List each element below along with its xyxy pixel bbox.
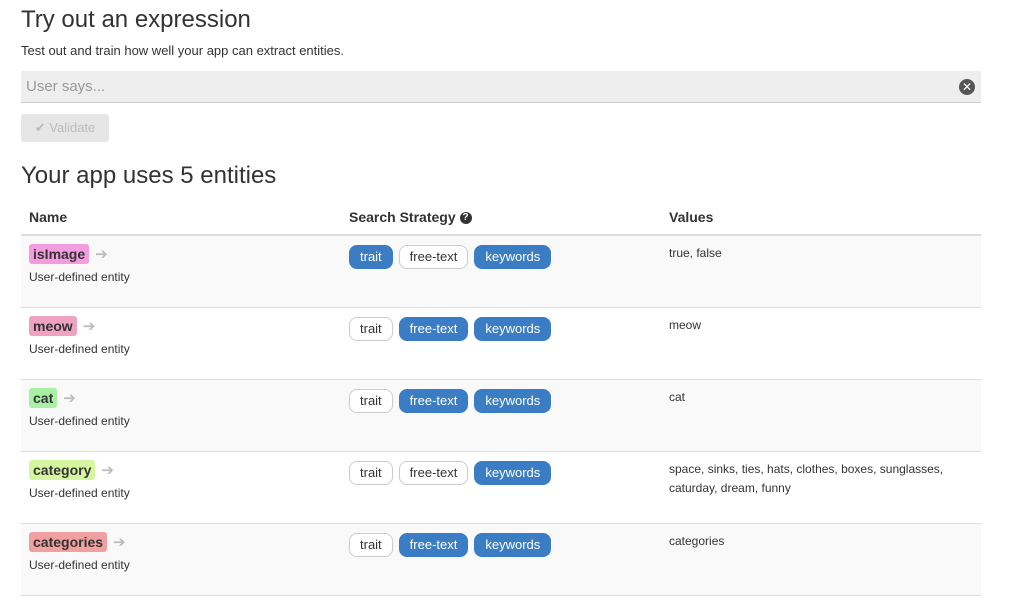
entity-name-cell: categories ➔ User-defined entity bbox=[21, 523, 341, 596]
values-cell: space, sinks, ties, hats, clothes, boxes… bbox=[661, 451, 981, 524]
header-name: Name bbox=[21, 200, 341, 236]
header-strategy: Search Strategy ? bbox=[341, 200, 661, 236]
strategy-cell: trait free-text keywords bbox=[341, 451, 661, 524]
entity-values: true, false bbox=[669, 246, 722, 260]
entity-tag[interactable]: category bbox=[29, 460, 96, 480]
strategy-cell: trait free-text keywords bbox=[341, 307, 661, 380]
table-row: meow ➔ User-defined entity trait free-text ke… bbox=[21, 307, 981, 380]
strategy-toggle-keywords[interactable]: keywords bbox=[474, 461, 552, 485]
entity-description: User-defined entity bbox=[29, 270, 130, 284]
entity-name-cell: cat ➔ User-defined entity bbox=[21, 379, 341, 452]
entity-tag[interactable]: meow bbox=[29, 316, 77, 336]
entity-description: User-defined entity bbox=[29, 414, 130, 428]
entity-values: meow bbox=[669, 318, 702, 332]
entity-tag[interactable]: categories bbox=[29, 532, 108, 552]
strategy-toggle-trait[interactable]: trait bbox=[349, 245, 393, 269]
arrow-right-icon[interactable]: ➔ bbox=[95, 246, 108, 263]
strategy-toggle-trait[interactable]: trait bbox=[349, 461, 393, 485]
entity-values: categories bbox=[669, 534, 725, 548]
strategy-toggle-keywords[interactable]: keywords bbox=[474, 317, 552, 341]
entities-title: Your app uses 5 entities bbox=[21, 162, 277, 189]
expression-input[interactable] bbox=[21, 71, 931, 101]
strategy-cell: trait free-text keywords bbox=[341, 379, 661, 452]
strategy-toggle-keywords[interactable]: keywords bbox=[474, 389, 552, 413]
clear-icon[interactable]: ✕ bbox=[959, 79, 975, 95]
entity-name-cell: category ➔ User-defined entity bbox=[21, 451, 341, 524]
strategy-toggle-free-text[interactable]: free-text bbox=[398, 389, 469, 413]
strategy-toggle-free-text[interactable]: free-text bbox=[398, 245, 469, 269]
table-row: isImage ➔ User-defined entity trait free-tex… bbox=[21, 235, 981, 308]
values-cell: true, false bbox=[661, 235, 981, 308]
page-title: Try out an expression bbox=[21, 6, 251, 33]
entity-values: cat bbox=[669, 390, 686, 404]
arrow-right-icon[interactable]: ➔ bbox=[83, 318, 96, 335]
strategy-cell: trait free-text keywords bbox=[341, 235, 661, 308]
entity-values: space, sinks, ties, hats, clothes, boxes… bbox=[669, 462, 944, 495]
values-cell: categories bbox=[661, 523, 981, 596]
check-icon: ✔ bbox=[34, 120, 46, 135]
table-row: category ➔ User-defined entity trait free-te… bbox=[21, 451, 981, 524]
strategy-toggle-keywords[interactable]: keywords bbox=[474, 245, 552, 269]
header-strategy-label: Search Strategy bbox=[349, 209, 456, 225]
entity-name-cell: meow ➔ User-defined entity bbox=[21, 307, 341, 380]
strategy-toggle-keywords[interactable]: keywords bbox=[474, 533, 552, 557]
help-icon[interactable]: ? bbox=[459, 212, 472, 225]
values-cell: meow bbox=[661, 307, 981, 380]
table-row: categories ➔ User-defined entity trait free-… bbox=[21, 523, 981, 596]
entity-name-cell: isImage ➔ User-defined entity bbox=[21, 235, 341, 308]
arrow-right-icon[interactable]: ➔ bbox=[63, 390, 76, 407]
strategy-toggle-free-text[interactable]: free-text bbox=[398, 317, 469, 341]
entity-description: User-defined entity bbox=[29, 486, 130, 500]
entities-table: Name Search Strategy ? Values isImage ➔ Us… bbox=[21, 200, 981, 596]
strategy-toggle-free-text[interactable]: free-text bbox=[398, 533, 469, 557]
header-values: Values bbox=[661, 200, 981, 236]
page-subtitle: Test out and train how well your app can… bbox=[21, 43, 345, 58]
entity-description: User-defined entity bbox=[29, 558, 130, 572]
strategy-toggle-free-text[interactable]: free-text bbox=[398, 461, 469, 485]
strategy-toggle-trait[interactable]: trait bbox=[349, 389, 393, 413]
entity-tag[interactable]: isImage bbox=[29, 244, 90, 264]
strategy-toggle-trait[interactable]: trait bbox=[349, 317, 393, 341]
values-cell: cat bbox=[661, 379, 981, 452]
table-row: cat ➔ User-defined entity trait free-text key… bbox=[21, 379, 981, 452]
validate-button[interactable]: ✔ Validate bbox=[21, 114, 109, 142]
strategy-toggle-trait[interactable]: trait bbox=[349, 533, 393, 557]
strategy-cell: trait free-text keywords bbox=[341, 523, 661, 596]
expression-input-box: ✕ bbox=[21, 71, 981, 103]
entity-tag[interactable]: cat bbox=[29, 388, 58, 408]
arrow-right-icon[interactable]: ➔ bbox=[101, 462, 114, 479]
table-header-row: Name Search Strategy ? Values bbox=[21, 200, 981, 236]
arrow-right-icon[interactable]: ➔ bbox=[113, 534, 126, 551]
entity-description: User-defined entity bbox=[29, 342, 130, 356]
validate-label: Validate bbox=[49, 120, 96, 135]
